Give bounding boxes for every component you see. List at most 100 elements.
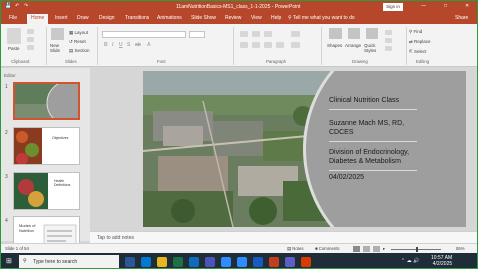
zoom-slider-thumb[interactable] [416, 247, 418, 252]
tab-slide-show[interactable]: Slide Show [191, 15, 216, 21]
layout-button[interactable]: ▦ Layout [69, 30, 88, 36]
group-editing: Editing [416, 59, 430, 64]
app-icon[interactable] [301, 257, 311, 267]
layout-label: Layout [74, 30, 89, 35]
tab-help[interactable]: Help [271, 15, 281, 21]
tab-file[interactable]: File [9, 15, 17, 21]
tab-review[interactable]: Review [225, 15, 241, 21]
justify-icon[interactable] [276, 42, 284, 48]
tell-me-search[interactable]: ⚲ Tell me what you want to do [288, 15, 355, 21]
shape-fill-icon[interactable] [385, 30, 392, 35]
slide-sorter-icon[interactable] [363, 246, 370, 252]
smartart-icon[interactable] [291, 42, 300, 48]
font-color-icon[interactable]: A [147, 42, 151, 48]
numbering-icon[interactable] [252, 31, 260, 37]
select-button[interactable]: ⇱ Select [409, 49, 427, 55]
tab-view[interactable]: View [251, 15, 262, 21]
save-icon[interactable]: 💾 [5, 3, 11, 9]
line-spacing-icon[interactable] [264, 31, 272, 37]
slide-thumbnail-1[interactable] [13, 82, 80, 120]
edge-icon[interactable] [141, 257, 151, 267]
find-button[interactable]: ⚲ Find [409, 29, 422, 35]
font-family-box[interactable] [102, 31, 186, 38]
close-button[interactable]: ✕ [465, 3, 469, 9]
zoom-level[interactable]: 55% [456, 246, 465, 251]
presenter-name: Suzanne Mach MS, RD, [329, 120, 405, 127]
ribbon: Paste Clipboard New Slide ▦ Layout ↺ Res… [1, 24, 477, 67]
shapes-icon[interactable] [329, 28, 342, 39]
sign-in-button[interactable]: Sign in [383, 3, 403, 11]
cut-icon[interactable] [27, 29, 34, 34]
task-view-icon[interactable] [125, 257, 135, 267]
search-placeholder: Type here to search [33, 259, 78, 265]
word-icon[interactable] [253, 257, 263, 267]
system-tray-icons[interactable]: ⌃ ☁ 🔊 [401, 258, 419, 264]
replace-button[interactable]: ⇄ Replace [409, 39, 431, 45]
new-slide-label: New Slide [50, 43, 61, 53]
title-bar: 💾 ↶ ↷ 11amNutritionBasics-MS1_class_1-1-… [1, 1, 477, 13]
divider [329, 109, 417, 110]
bold-icon[interactable]: B [104, 42, 108, 48]
thumbnail-title: Objectives [52, 136, 69, 140]
app-icon[interactable] [285, 257, 295, 267]
reset-button[interactable]: ↺ Reset [69, 39, 86, 45]
teams-icon[interactable] [205, 257, 215, 267]
tab-home[interactable]: Home [27, 14, 49, 24]
arrange-icon[interactable] [348, 28, 360, 39]
slide-canvas[interactable]: Clinical Nutrition Class Suzanne Mach MS… [143, 71, 466, 227]
underline-icon[interactable]: U [119, 42, 123, 48]
comments-button[interactable]: ■ Comments [315, 246, 340, 251]
tab-draw[interactable]: Draw [77, 15, 89, 21]
shadow-icon[interactable]: S [127, 42, 130, 48]
font-size-box[interactable] [189, 31, 205, 38]
minimize-button[interactable]: — [421, 3, 426, 9]
bullets-icon[interactable] [240, 31, 248, 37]
shape-outline-icon[interactable] [385, 38, 392, 43]
window-title: 11amNutritionBasics-MS1_class_1-1-2025 -… [176, 4, 301, 10]
paste-label: Paste [8, 46, 20, 51]
status-bar: Slide 1 of 54 ▤ Notes ■ Comments ▸ 55% [1, 243, 477, 253]
align-center-icon[interactable] [252, 42, 260, 48]
shapes-label: Shapes [327, 43, 343, 48]
zoom-meeting-icon[interactable] [237, 257, 247, 267]
share-button[interactable]: Share [455, 15, 468, 21]
reading-view-icon[interactable] [373, 246, 380, 252]
undo-icon[interactable]: ↶ [15, 3, 19, 9]
slide-count: Slide 1 of 54 [5, 246, 29, 251]
group-clipboard: Clipboard [11, 59, 30, 64]
zoom-icon[interactable] [221, 257, 231, 267]
slideshow-icon[interactable]: ▸ [383, 246, 385, 252]
redo-icon[interactable]: ↷ [24, 3, 28, 9]
notes-button[interactable]: ▤ Notes [287, 246, 304, 252]
new-slide-icon[interactable] [51, 28, 64, 40]
normal-view-icon[interactable] [353, 246, 360, 252]
section-button[interactable]: ▤ Section [69, 48, 90, 54]
align-left-icon[interactable] [240, 42, 248, 48]
tab-insert[interactable]: Insert [55, 15, 68, 21]
clock-date: 4/2/2025 [432, 261, 453, 267]
text-direction-icon[interactable] [291, 31, 300, 37]
notes-pane[interactable]: Tap to add notes [90, 231, 477, 243]
shape-effects-icon[interactable] [385, 46, 392, 51]
slide-editor: Clinical Nutrition Class Suzanne Mach MS… [90, 68, 477, 231]
maximize-button[interactable]: □ [444, 3, 447, 9]
excel-icon[interactable] [173, 257, 183, 267]
windows-start-icon[interactable]: ⊞ [6, 257, 12, 265]
copy-icon[interactable] [27, 37, 34, 42]
tab-design[interactable]: Design [99, 15, 115, 21]
slide-thumbnail-3[interactable]: Health Definitions [13, 172, 80, 210]
strikethrough-icon[interactable]: ab [135, 42, 141, 48]
italic-icon[interactable]: I [112, 42, 113, 48]
quick-styles-icon[interactable] [366, 28, 378, 39]
format-painter-icon[interactable] [27, 45, 34, 50]
file-explorer-icon[interactable] [157, 257, 167, 267]
tab-animations[interactable]: Animations [157, 15, 182, 21]
powerpoint-icon[interactable] [269, 257, 279, 267]
align-right-icon[interactable] [264, 42, 272, 48]
slide-thumbnail-2[interactable]: Objectives [13, 127, 80, 165]
paste-icon[interactable] [7, 28, 21, 44]
taskbar-clock[interactable]: 10:57 AM 4/2/2025 [431, 255, 452, 267]
outlook-icon[interactable] [189, 257, 199, 267]
tab-transitions[interactable]: Transitions [125, 15, 149, 21]
taskbar-search-box[interactable]: ⚲ Type here to search [19, 255, 119, 268]
